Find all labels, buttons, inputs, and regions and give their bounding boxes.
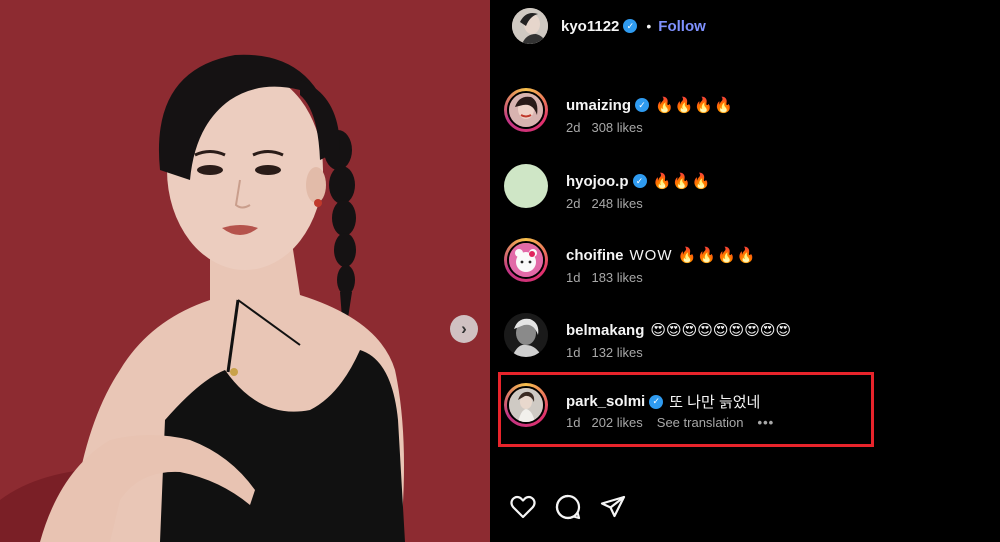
comment-item: park_solmi ✓ 또 나만 늙었네 1d 202 likes See t… — [504, 383, 874, 447]
comment-text: 🔥🔥🔥 — [652, 173, 712, 190]
comment-likes[interactable]: 248 likes — [591, 196, 642, 211]
chevron-right-icon: › — [461, 319, 467, 338]
comment-item: hyojoo.p ✓ 🔥🔥🔥 2d 248 likes — [504, 164, 874, 228]
verified-badge-icon: ✓ — [635, 98, 650, 112]
comment-likes[interactable]: 132 likes — [591, 345, 642, 360]
verified-badge-icon: ✓ — [649, 394, 664, 409]
comment-bubble-icon[interactable] — [553, 492, 583, 522]
comment-text: 😍😍😍😍😍😍😍😍😍 — [650, 322, 792, 339]
follow-button[interactable]: Follow — [658, 18, 706, 35]
author-username[interactable]: kyo1122 — [561, 18, 619, 35]
more-options-icon[interactable]: ••• — [758, 415, 775, 430]
verified-badge-icon: ✓ — [623, 19, 638, 33]
paper-plane-icon[interactable] — [598, 492, 628, 522]
comment-username[interactable]: belmakang — [566, 322, 644, 339]
portrait-illustration — [0, 54, 405, 542]
commenter-avatar[interactable] — [504, 88, 548, 132]
comment-item: umaizing ✓ 🔥🔥🔥🔥 2d 308 likes — [504, 88, 874, 152]
comment-text: 🔥🔥🔥🔥 — [655, 97, 734, 114]
comment-age: 2d — [566, 120, 581, 135]
commenter-avatar[interactable] — [504, 164, 548, 208]
separator-dot: • — [646, 18, 652, 34]
comment-likes[interactable]: 183 likes — [591, 270, 642, 285]
next-photo-button[interactable]: › — [450, 315, 478, 343]
comment-username[interactable]: umaizing — [566, 97, 631, 114]
post-header: kyo1122 ✓ • Follow — [512, 8, 706, 44]
author-avatar[interactable] — [512, 8, 548, 44]
commenter-avatar[interactable] — [504, 383, 548, 427]
post-photo[interactable]: › — [0, 0, 490, 542]
comment-age: 2d — [566, 196, 581, 211]
comment-age: 1d — [566, 345, 581, 360]
comment-username[interactable]: choifine — [566, 247, 624, 264]
commenter-avatar[interactable] — [504, 238, 548, 282]
comment-username[interactable]: hyojoo.p — [566, 173, 629, 190]
heart-icon[interactable] — [508, 492, 538, 522]
commenter-avatar[interactable] — [504, 313, 548, 357]
comment-username[interactable]: park_solmi — [566, 393, 645, 410]
comment-age: 1d — [566, 415, 581, 430]
comment-item: belmakang 😍😍😍😍😍😍😍😍😍 1d 132 likes — [504, 313, 874, 377]
comment-item: choifine WOW 🔥🔥🔥🔥 1d 183 likes — [504, 238, 874, 302]
comment-likes[interactable]: 202 likes — [591, 415, 642, 430]
verified-badge-icon: ✓ — [632, 174, 647, 188]
comment-text: 또 나만 늙었네 — [669, 394, 761, 411]
post-actions — [508, 492, 643, 522]
see-translation-link[interactable]: See translation — [657, 415, 744, 430]
comments-panel: kyo1122 ✓ • Follow umaizing ✓ 🔥🔥🔥🔥 2d 30… — [490, 0, 1000, 542]
comment-age: 1d — [566, 270, 581, 285]
comment-text: WOW 🔥🔥🔥🔥 — [629, 247, 757, 264]
comment-likes[interactable]: 308 likes — [591, 120, 642, 135]
